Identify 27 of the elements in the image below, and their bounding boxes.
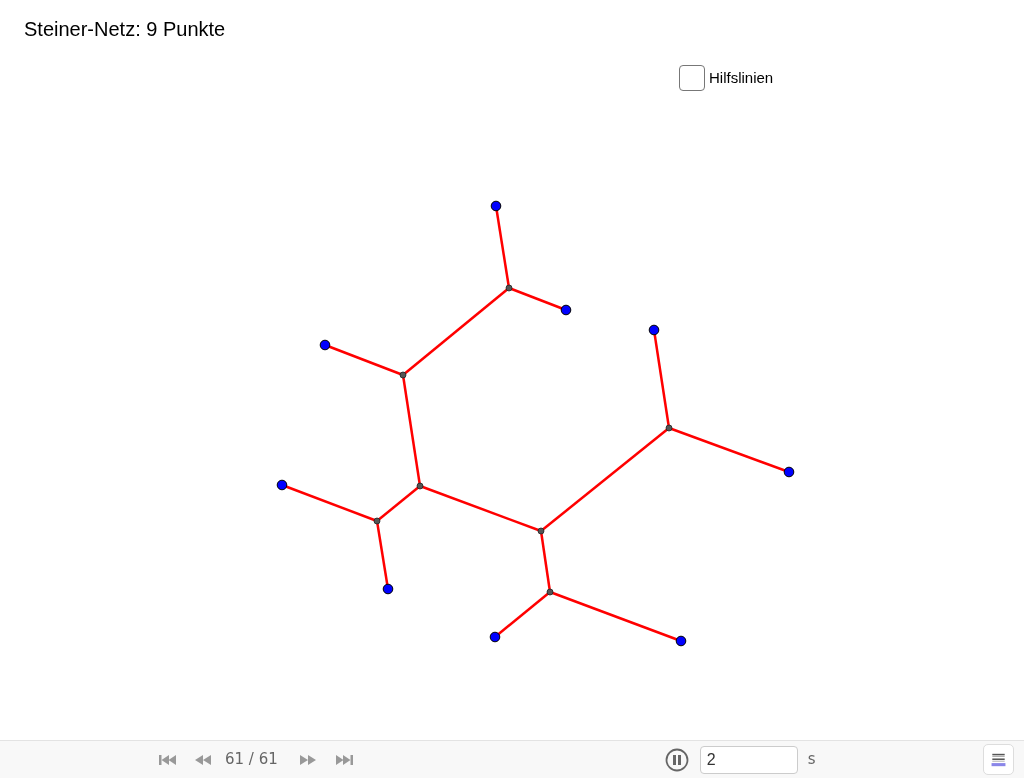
- fast-forward-icon[interactable]: [299, 753, 316, 766]
- terminal-point[interactable]: [675, 635, 687, 647]
- unit-label: s: [807, 749, 816, 771]
- steiner-point: [537, 527, 545, 535]
- frame-counter: 61 / 61: [225, 749, 278, 771]
- pause-icon[interactable]: [664, 747, 689, 772]
- steiner-point: [416, 482, 424, 490]
- terminal-point[interactable]: [382, 583, 394, 595]
- terminal-point[interactable]: [276, 479, 288, 491]
- terminal-point[interactable]: [648, 324, 660, 336]
- rewind-icon[interactable]: [195, 753, 211, 766]
- terminal-point[interactable]: [489, 631, 501, 643]
- terminal-point[interactable]: [319, 339, 331, 351]
- terminal-point[interactable]: [783, 466, 795, 478]
- algebra-view-icon[interactable]: [983, 744, 1014, 775]
- hilfslinien-checkbox[interactable]: Hilfslinien: [679, 65, 774, 91]
- applet-title: Steiner-Netz: 9 Punkte: [23, 17, 226, 41]
- steiner-point: [373, 517, 381, 525]
- steiner-point: [665, 424, 673, 432]
- steiner-point: [546, 588, 554, 596]
- terminal-point[interactable]: [560, 304, 572, 316]
- steiner-point: [505, 284, 513, 292]
- last-frame-icon[interactable]: [334, 753, 353, 766]
- first-frame-icon[interactable]: [159, 753, 177, 766]
- terminal-point[interactable]: [490, 200, 502, 212]
- steiner-point: [399, 371, 407, 379]
- speed-input-field[interactable]: 2: [699, 745, 798, 774]
